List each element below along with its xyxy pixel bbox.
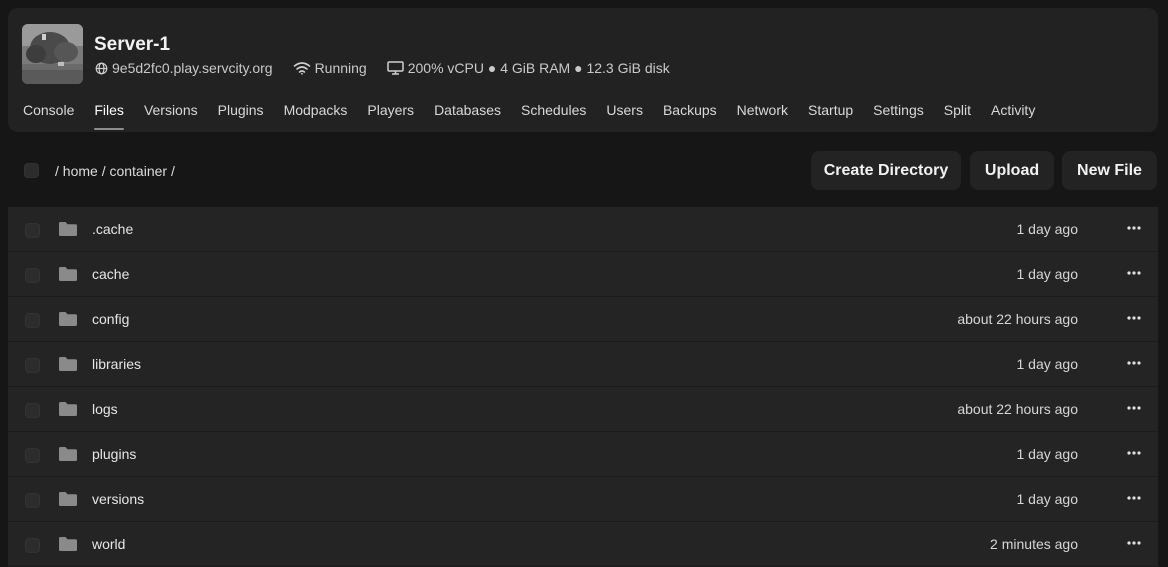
server-name: Server-1 [94,34,171,55]
folder-icon [59,267,77,281]
tab-files[interactable]: Files [94,102,124,130]
folder-icon [59,492,77,506]
file-modified: 1 day ago [1016,446,1079,462]
row-checkbox[interactable] [25,448,40,463]
row-checkbox[interactable] [25,223,40,238]
file-modified: about 22 hours ago [957,311,1078,327]
file-modified: 1 day ago [1016,266,1079,282]
file-modified: 1 day ago [1016,491,1079,507]
tab-settings[interactable]: Settings [873,102,924,130]
file-row[interactable]: libraries 1 day ago [8,342,1158,387]
server-header: Server-1 9e5d2fc0.play.servcity.org Runn… [8,8,1158,132]
tab-modpacks[interactable]: Modpacks [284,102,348,130]
file-name[interactable]: cache [92,266,129,282]
file-name[interactable]: versions [92,491,144,507]
tab-network[interactable]: Network [737,102,788,130]
row-checkbox[interactable] [25,403,40,418]
breadcrumb[interactable]: / home / container / [55,163,175,179]
more-horizontal-icon[interactable] [1126,490,1142,506]
tab-console[interactable]: Console [23,102,74,130]
file-toolbar: / home / container / Create Directory Up… [0,150,1168,192]
server-resources-text: 200% vCPU ● 4 GiB RAM ● 12.3 GiB disk [407,60,670,76]
folder-icon [59,447,77,461]
server-address-text: 9e5d2fc0.play.servcity.org [112,60,273,76]
tab-activity[interactable]: Activity [991,102,1035,130]
file-list: .cache 1 day ago cache 1 day ago config … [8,207,1158,567]
row-checkbox[interactable] [25,313,40,328]
tab-databases[interactable]: Databases [434,102,501,130]
server-meta: 9e5d2fc0.play.servcity.org Running 200% … [95,60,670,76]
file-modified: about 22 hours ago [957,401,1078,417]
tab-schedules[interactable]: Schedules [521,102,586,130]
folder-icon [59,312,77,326]
server-address: 9e5d2fc0.play.servcity.org [95,60,273,76]
more-horizontal-icon[interactable] [1126,445,1142,461]
create-directory-button[interactable]: Create Directory [811,151,961,190]
file-modified: 1 day ago [1016,221,1079,237]
more-horizontal-icon[interactable] [1126,265,1142,281]
select-all-checkbox[interactable] [24,163,39,178]
file-modified: 2 minutes ago [990,536,1078,552]
folder-icon [59,537,77,551]
server-status: Running [293,60,367,76]
more-horizontal-icon[interactable] [1126,400,1142,416]
row-checkbox[interactable] [25,538,40,553]
file-name[interactable]: plugins [92,446,136,462]
file-row[interactable]: cache 1 day ago [8,252,1158,297]
row-checkbox[interactable] [25,493,40,508]
more-horizontal-icon[interactable] [1126,355,1142,371]
file-name[interactable]: logs [92,401,118,417]
folder-icon [59,357,77,371]
tab-users[interactable]: Users [606,102,643,130]
server-tabs: Console Files Versions Plugins Modpacks … [23,102,1055,130]
file-modified: 1 day ago [1016,356,1079,372]
file-name[interactable]: world [92,536,125,552]
tab-startup[interactable]: Startup [808,102,853,130]
file-row[interactable]: plugins 1 day ago [8,432,1158,477]
tab-split[interactable]: Split [944,102,971,130]
folder-icon [59,222,77,236]
more-horizontal-icon[interactable] [1126,220,1142,236]
folder-icon [59,402,77,416]
monitor-icon [386,61,404,75]
file-row[interactable]: world 2 minutes ago [8,522,1158,567]
file-row[interactable]: versions 1 day ago [8,477,1158,522]
file-row[interactable]: config about 22 hours ago [8,297,1158,342]
tab-versions[interactable]: Versions [144,102,198,130]
file-row[interactable]: .cache 1 day ago [8,207,1158,252]
file-name[interactable]: config [92,311,129,327]
file-name[interactable]: .cache [92,221,133,237]
server-avatar [22,24,83,84]
more-horizontal-icon[interactable] [1126,310,1142,326]
tab-players[interactable]: Players [367,102,414,130]
server-resources: 200% vCPU ● 4 GiB RAM ● 12.3 GiB disk [386,60,670,76]
server-status-text: Running [314,60,367,76]
row-checkbox[interactable] [25,268,40,283]
new-file-button[interactable]: New File [1062,151,1157,190]
globe-icon [95,62,108,74]
file-row[interactable]: logs about 22 hours ago [8,387,1158,432]
wifi-icon [293,62,310,75]
file-name[interactable]: libraries [92,356,141,372]
more-horizontal-icon[interactable] [1126,535,1142,551]
row-checkbox[interactable] [25,358,40,373]
tab-plugins[interactable]: Plugins [218,102,264,130]
tab-backups[interactable]: Backups [663,102,717,130]
upload-button[interactable]: Upload [970,151,1054,190]
